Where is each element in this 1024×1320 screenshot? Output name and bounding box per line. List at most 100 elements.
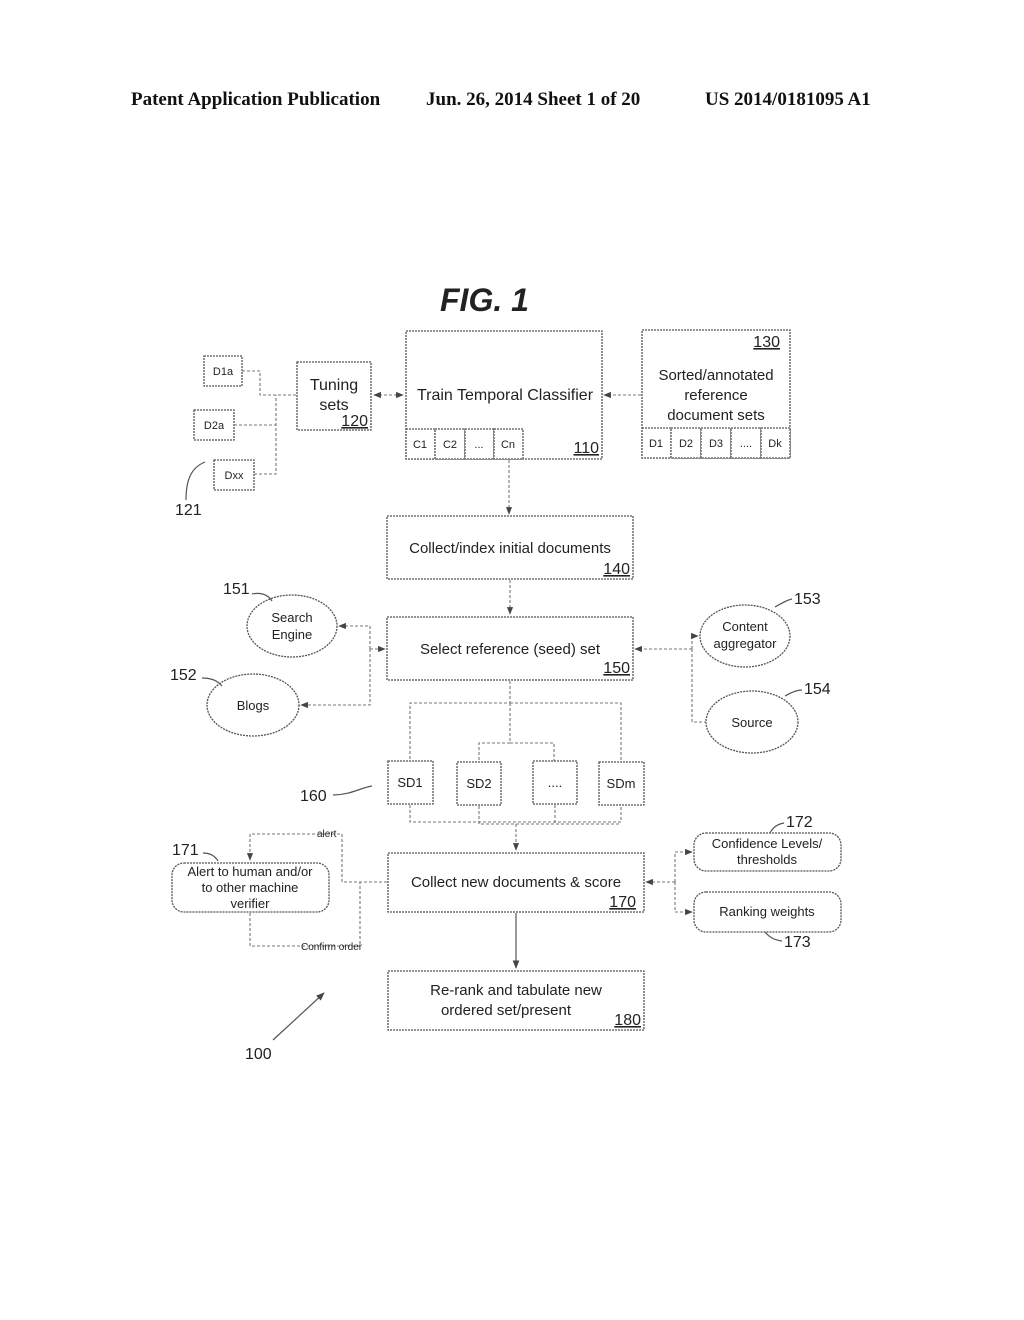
svg-text:Blogs: Blogs [237,698,270,713]
alert-line-label: alert [317,829,337,840]
ref-172: 172 [786,814,813,831]
ref-140: 140 [603,561,630,578]
svg-text:D1a: D1a [213,366,234,378]
select-seed-box: Select reference (seed) set 150 [386,616,634,681]
ref-154: 154 [804,681,831,698]
collect-initial-box: Collect/index initial documents 140 [386,515,634,580]
seed-doc-sd2: SD2 [456,761,502,806]
ref-100: 100 [245,1046,272,1063]
cell-d1: D1 [649,438,663,450]
svg-text:to other machine: to other machine [202,880,299,895]
ranking-weights-box: Ranking weights [693,891,842,933]
leader-154 [784,689,803,697]
confirm-order-label: Confirm order [301,942,363,953]
arrow-to-confidence [674,848,693,882]
leader-160 [332,785,373,796]
svg-text:Search: Search [271,610,312,625]
cell-c1: C1 [413,439,427,451]
svg-text:verifier: verifier [230,896,270,911]
connector-d1a [242,370,297,396]
connector-merge-b [478,806,621,825]
svg-text:document sets: document sets [667,407,765,424]
cell-d2: D2 [679,438,693,450]
svg-text:SD1: SD1 [397,775,422,790]
ref-151: 151 [223,581,250,598]
search-engine-node: Search Engine [246,594,338,658]
arrow-to-ranking [674,882,693,916]
source-node: Source [705,690,799,754]
ref-153: 153 [794,591,821,608]
svg-text:Engine: Engine [272,627,312,642]
alert-verifier-box: Alert to human and/or to other machine v… [171,862,330,913]
svg-text:ordered set/present: ordered set/present [441,1002,572,1019]
reference-cells: D1 D2 D3 .... Dk [641,427,791,459]
tuning-doc-d2a: D2a [193,409,235,441]
cell-ellipsis: .... [740,438,752,450]
arrow-100 [272,992,325,1041]
connector-sd2 [478,703,511,763]
leader-121 [185,461,206,501]
connector-sdm [510,702,622,765]
svg-text:Confidence Levels/: Confidence Levels/ [712,836,823,851]
flowchart-diagram: FIG. 1 D1a D2a Dxx 121 Tuning sets 120 T… [170,282,842,1063]
confidence-levels-box: Confidence Levels/ thresholds [693,832,842,872]
svg-text:Train Temporal Classifier: Train Temporal Classifier [417,387,594,404]
svg-text:Alert to human and/or: Alert to human and/or [187,864,313,879]
svg-text:Source: Source [731,715,772,730]
svg-text:D2a: D2a [204,420,225,432]
blogs-node: Blogs [206,673,300,737]
collect-new-box: Collect new documents & score 170 [387,852,645,913]
rerank-box: Re-rank and tabulate new ordered set/pre… [387,970,645,1031]
svg-text:aggregator: aggregator [714,636,778,651]
leader-173 [764,931,783,942]
seed-doc-sd1: SD1 [387,760,434,805]
ref-150: 150 [603,660,630,677]
svg-text:Collect new documents & score: Collect new documents & score [411,874,621,891]
svg-text:Sorted/annotated: Sorted/annotated [658,367,773,384]
connector-dxx [254,395,277,475]
ref-110: 110 [573,440,599,457]
arrow-to-content-aggregator [691,632,699,649]
svg-text:Content: Content [722,619,768,634]
svg-text:SDm: SDm [607,776,636,791]
svg-text:Dxx: Dxx [225,470,244,482]
connector-source [691,649,706,723]
tuning-doc-dxx: Dxx [213,459,255,491]
arrow-to-search-engine [338,622,371,649]
cell-c2: C2 [443,439,457,451]
tuning-sets-box: Tuning sets 120 [296,361,372,431]
ref-171: 171 [172,842,199,859]
leader-153 [774,598,793,608]
arrow-to-blogs [300,649,371,709]
seed-doc-ellipsis: .... [532,760,578,805]
svg-text:thresholds: thresholds [737,852,797,867]
classifier-cells: C1 C2 ... Cn [405,428,524,460]
svg-text:sets: sets [319,397,348,414]
cell-ellipsis: ... [474,439,483,451]
content-aggregator-node: Content aggregator [699,604,791,668]
seed-doc-sdm: SDm [598,761,645,806]
ref-173: 173 [784,934,811,951]
ref-130: 130 [753,334,780,351]
cell-cn: Cn [501,439,515,451]
svg-text:Re-rank and tabulate new: Re-rank and tabulate new [430,982,602,999]
ref-152: 152 [170,667,197,684]
svg-text:Select reference (seed) set: Select reference (seed) set [420,641,601,658]
tuning-doc-d1a: D1a [203,355,243,387]
ref-121: 121 [175,502,202,519]
leader-171 [202,852,219,862]
svg-text:Ranking weights: Ranking weights [719,904,815,919]
ref-120: 120 [341,413,368,430]
cell-dk: Dk [768,438,782,450]
svg-text:....: .... [548,775,562,790]
ref-180: 180 [614,1012,641,1029]
leader-172 [769,822,785,834]
ref-160: 160 [300,788,327,805]
cell-d3: D3 [709,438,723,450]
svg-text:Tuning: Tuning [310,377,358,394]
svg-text:reference: reference [684,387,747,404]
ref-170: 170 [609,894,636,911]
svg-text:SD2: SD2 [466,776,491,791]
figure-title: FIG. 1 [440,282,529,318]
connector-sd1 [409,681,511,763]
